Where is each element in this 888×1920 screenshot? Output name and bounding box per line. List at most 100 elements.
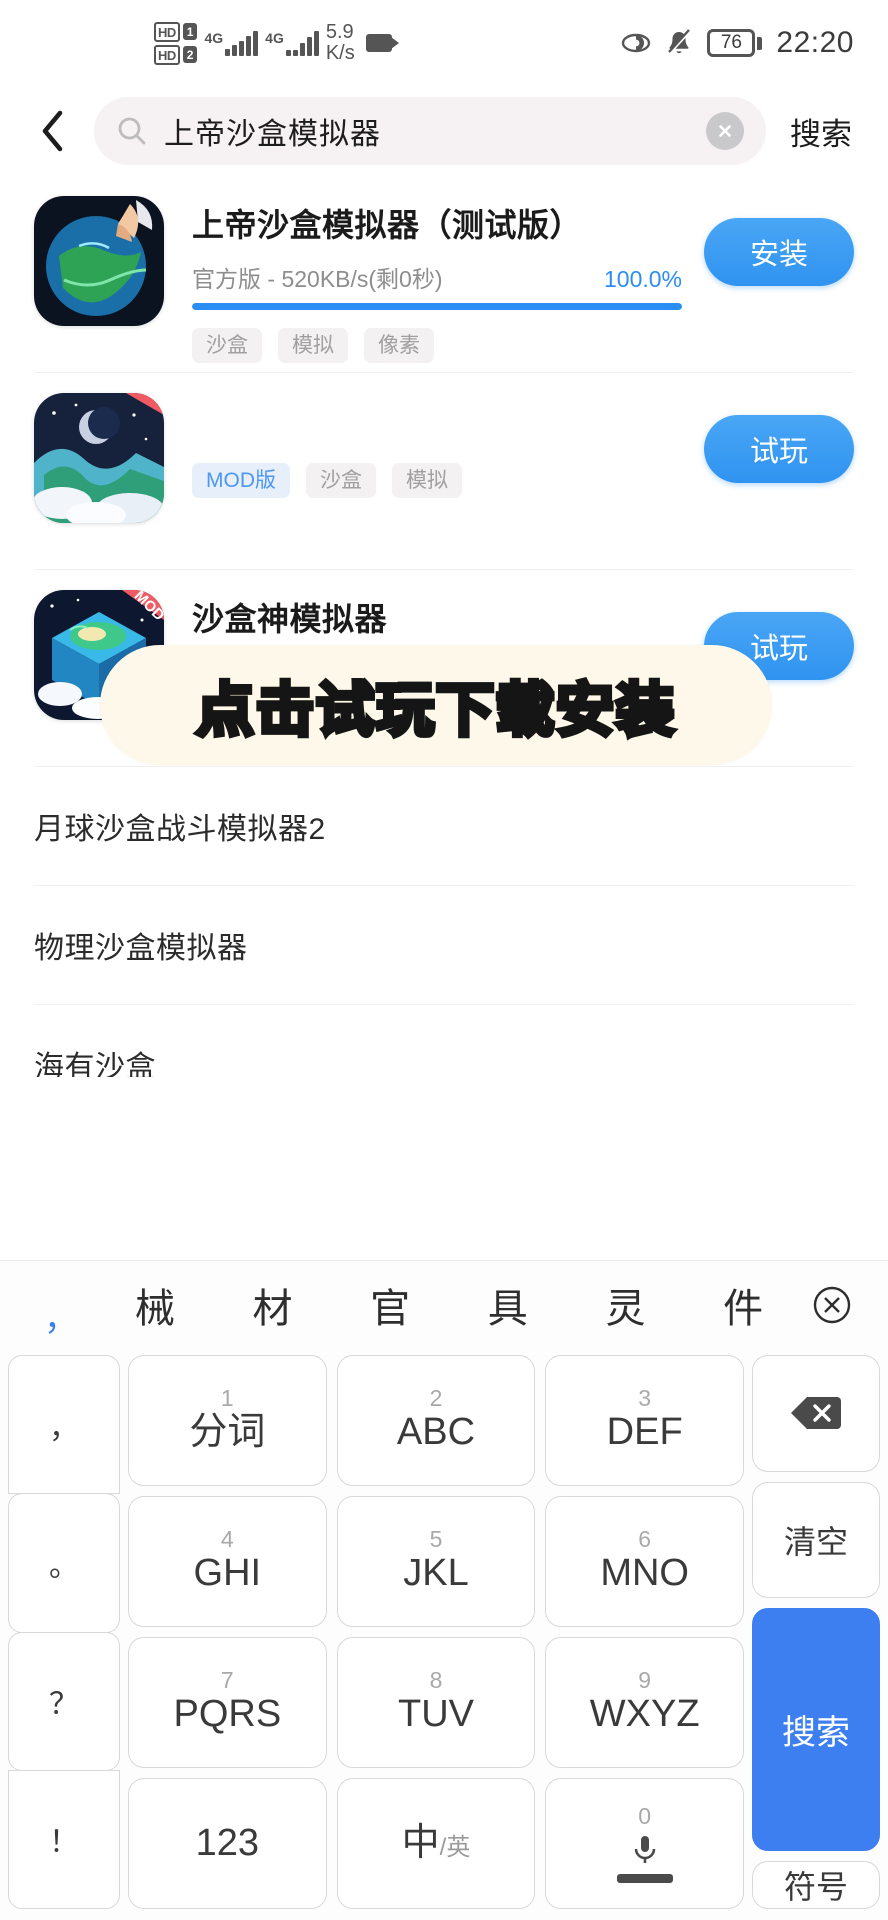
key-5[interactable]: 5 JKL — [336, 1496, 536, 1627]
numeric-keypad: 1 分词 2 ABC 3 DEF 4 GHI 5 JKL 6 MNO 7 PQR… — [128, 1355, 744, 1909]
microphone-icon — [634, 1835, 655, 1863]
key-number: 0 — [638, 1802, 652, 1829]
candidate-item[interactable]: 械 — [135, 1276, 175, 1334]
app-icon-art-god-sandbox — [34, 196, 164, 326]
screen-record-icon — [365, 34, 399, 52]
key-period[interactable]: 。 — [8, 1493, 120, 1633]
back-button[interactable] — [30, 101, 76, 161]
app-result-row[interactable]: 上帝沙盒模拟器（测试版） 官方版 - 520KB/s(剩0秒) 100.0% 沙… — [0, 176, 888, 372]
candidate-item[interactable]: 材 — [252, 1276, 292, 1334]
app-result-row[interactable]: MOD版 沙盒 模拟 试玩 — [0, 373, 888, 569]
search-submit-button[interactable]: 搜索 — [784, 109, 858, 154]
search-results: 上帝沙盒模拟器（测试版） 官方版 - 520KB/s(剩0秒) 100.0% 沙… — [0, 176, 888, 1077]
candidate-comma[interactable]: ， — [26, 1271, 96, 1340]
suggestion-item[interactable]: 月球沙盒战斗模拟器2 — [0, 767, 888, 885]
key-4[interactable]: 4 GHI — [128, 1496, 327, 1627]
app-tag[interactable]: 沙盒 — [306, 463, 376, 498]
key-3[interactable]: 3 DEF — [545, 1355, 744, 1486]
install-button[interactable]: 安装 — [704, 218, 854, 286]
download-progress-bar — [192, 303, 682, 310]
key-comma[interactable]: ， — [8, 1355, 120, 1495]
app-tag[interactable]: 像素 — [364, 328, 434, 363]
backspace-icon — [791, 1397, 841, 1430]
try-play-button[interactable]: 试玩 — [704, 415, 854, 483]
key-numeric-mode[interactable]: 123 — [128, 1778, 327, 1909]
key-2[interactable]: 2 ABC — [336, 1355, 536, 1486]
candidate-item[interactable]: 灵 — [605, 1276, 645, 1334]
phone-screen: HD 1 HD 2 4G 4G 5.9 K/s 76 22:20 上帝沙盒模拟器… — [0, 0, 888, 1920]
candidate-item[interactable]: 官 — [370, 1276, 410, 1334]
status-bar-left: HD 1 HD 2 4G 4G 5.9 K/s — [34, 21, 621, 65]
key-9[interactable]: 9 WXYZ — [545, 1637, 744, 1768]
suggestion-item[interactable]: 海有沙盒 — [0, 1005, 888, 1077]
close-icon — [719, 125, 731, 137]
candidate-list: 械 材 官 具 灵 件 — [96, 1276, 802, 1334]
app-download-percent: 100.0% — [603, 266, 682, 292]
app-icon — [34, 393, 164, 523]
key-search-enter[interactable]: 搜索 — [752, 1608, 880, 1851]
key-number: 6 — [638, 1526, 652, 1553]
network-speed-value: 5.9 — [325, 21, 354, 43]
key-number: 2 — [429, 1385, 443, 1412]
battery-tip — [757, 36, 763, 50]
suggestion-item[interactable]: 物理沙盒模拟器 — [0, 886, 888, 1004]
network-type-label-1: 4G — [204, 30, 224, 46]
app-tag[interactable]: 模拟 — [392, 463, 462, 498]
key-6[interactable]: 6 MNO — [545, 1496, 744, 1627]
search-header: 上帝沙盒模拟器 搜索 — [0, 86, 888, 176]
sim-indicators: HD 1 HD 2 — [154, 21, 198, 65]
key-space-voice[interactable]: 0 — [545, 1778, 744, 1909]
key-number: 9 — [638, 1667, 652, 1694]
network-type-label-2: 4G — [265, 30, 284, 46]
key-number: 8 — [429, 1667, 443, 1694]
key-label: TUV — [397, 1693, 474, 1736]
key-8[interactable]: 8 TUV — [336, 1637, 536, 1768]
candidate-item[interactable]: 具 — [488, 1276, 528, 1334]
suggestion-list: 月球沙盒战斗模拟器2 物理沙盒模拟器 海有沙盒 — [0, 767, 888, 1077]
key-1[interactable]: 1 分词 — [128, 1355, 327, 1486]
key-symbols[interactable]: 符号 — [752, 1861, 880, 1909]
key-label: 分词 — [189, 1411, 266, 1454]
status-bar: HD 1 HD 2 4G 4G 5.9 K/s 76 22:20 — [0, 0, 888, 86]
signal-bars-icon-1 — [225, 30, 259, 56]
key-label: ABC — [396, 1411, 476, 1454]
network-speed-unit: K/s — [325, 42, 355, 64]
key-label: WXYZ — [589, 1693, 700, 1736]
key-number: 5 — [429, 1526, 443, 1553]
app-download-status: 官方版 - 520KB/s(剩0秒) 100.0% — [192, 260, 704, 294]
app-title: 沙盒神模拟器 — [192, 601, 388, 637]
chevron-left-icon — [42, 110, 63, 152]
candidate-item[interactable]: 件 — [723, 1276, 763, 1334]
app-icon — [34, 196, 164, 326]
search-icon — [118, 117, 146, 145]
clear-search-button[interactable] — [706, 112, 744, 150]
key-question[interactable]: ？ — [8, 1631, 120, 1771]
app-tag[interactable]: 沙盒 — [192, 328, 262, 363]
key-language-toggle[interactable]: 中 / 英 — [336, 1778, 536, 1909]
app-tag[interactable]: 模拟 — [278, 328, 348, 363]
promo-banner: 点击试玩下载安装 — [100, 645, 772, 765]
hd-badge-2: HD — [154, 44, 180, 65]
clock: 22:20 — [776, 26, 854, 59]
key-label-cn: 中 — [401, 1821, 440, 1864]
app-info: MOD版 沙盒 模拟 — [164, 393, 704, 569]
search-query-text[interactable]: 上帝沙盒模拟器 — [164, 109, 690, 153]
key-clear[interactable]: 清空 — [752, 1481, 880, 1598]
keyboard: ， 械 材 官 具 灵 件 ， 。 ？ ！ 1 分词 2 ABC 3 DEF 4… — [0, 1260, 888, 1920]
signal-indicator-2: 4G — [265, 30, 319, 56]
key-exclamation[interactable]: ！ — [8, 1769, 120, 1909]
app-tags: MOD版 沙盒 模拟 — [192, 463, 704, 498]
signal-bars-icon-2 — [285, 30, 319, 56]
key-number: 7 — [220, 1667, 234, 1694]
key-label: JKL — [403, 1552, 469, 1595]
key-backspace[interactable] — [752, 1355, 880, 1472]
key-number: 1 — [220, 1385, 234, 1412]
hd-badge-1: HD — [154, 21, 180, 42]
key-7[interactable]: 7 PQRS — [128, 1637, 327, 1768]
app-tag-mod[interactable]: MOD版 — [192, 463, 290, 498]
close-keyboard-panel-button[interactable] — [802, 1284, 862, 1326]
mute-bell-icon — [668, 29, 691, 55]
key-label: GHI — [193, 1552, 262, 1595]
app-download-speed: 官方版 - 520KB/s(剩0秒) — [192, 266, 443, 292]
search-input[interactable]: 上帝沙盒模拟器 — [94, 97, 766, 165]
